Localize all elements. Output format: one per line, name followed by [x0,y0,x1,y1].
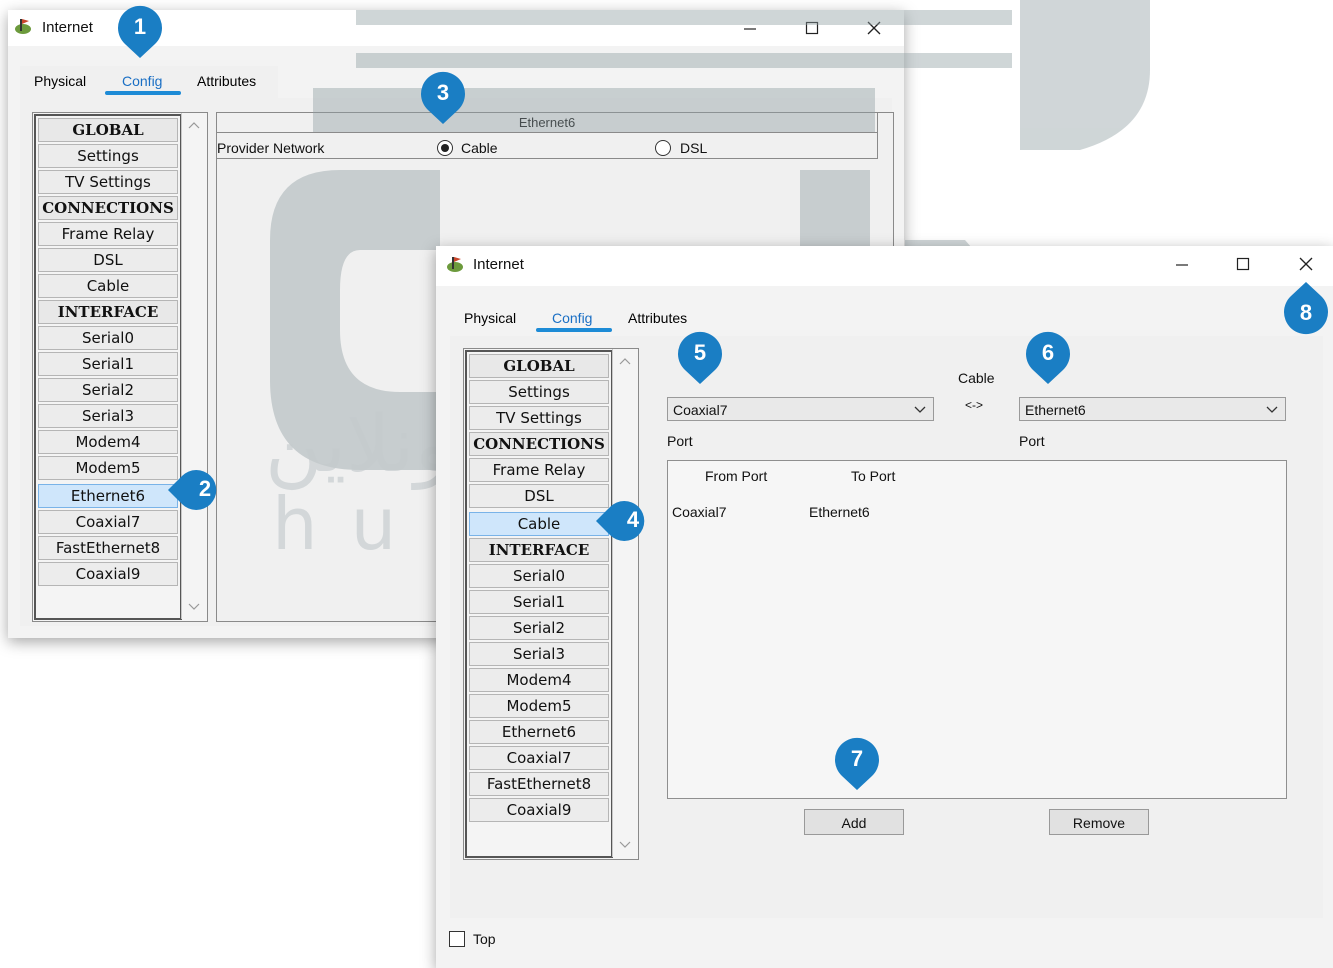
step-badge-3: 3 [418,70,468,124]
list-item-modem5[interactable]: Modem5 [38,456,178,480]
list-header-global: GLOBAL [38,118,178,142]
top-checkbox[interactable] [449,931,465,947]
connections-table[interactable]: From Port To Port Coaxial7 Ethernet6 [667,460,1287,799]
list-item-coaxial7[interactable]: Coaxial7 [469,746,609,770]
to-port-label: Port [1019,433,1045,449]
tab-physical[interactable]: Physical [460,308,520,328]
list-item-fastethernet8[interactable]: FastEthernet8 [469,772,609,796]
list-item-settings[interactable]: Settings [469,380,609,404]
close-button[interactable] [862,16,886,40]
maximize-button[interactable] [800,16,824,40]
step-badge-6: 6 [1023,330,1073,384]
list-item-tv-settings[interactable]: TV Settings [38,170,178,194]
tab-attributes[interactable]: Attributes [624,308,691,328]
list-item-frame-relay[interactable]: Frame Relay [469,458,609,482]
list-item-modem4[interactable]: Modem4 [469,668,609,692]
list-item-modem4[interactable]: Modem4 [38,430,178,454]
radio-dsl[interactable] [655,140,671,156]
scroll-down-icon[interactable] [182,597,206,617]
maximize-button[interactable] [1231,252,1255,276]
close-button[interactable] [1294,252,1318,276]
tab-attributes[interactable]: Attributes [193,71,260,91]
to-port-value: Ethernet6 [1025,402,1086,418]
top-checkbox-label: Top [473,931,496,947]
list-item-serial1[interactable]: Serial1 [469,590,609,614]
internet-window-front: Internet Physical Config Attributes GLOB… [436,246,1333,968]
list-item-serial2[interactable]: Serial2 [38,378,178,402]
list-item-serial0[interactable]: Serial0 [469,564,609,588]
tab-config-underline [105,91,181,95]
title-bar: Internet [436,246,1333,286]
list-item-coaxial7[interactable]: Coaxial7 [38,510,178,534]
list-header-connections: CONNECTIONS [469,432,609,456]
internet-cloud-icon [446,255,466,275]
tab-config[interactable]: Config [548,308,596,328]
list-item-ethernet6[interactable]: Ethernet6 [38,484,178,508]
from-port-label: Port [667,433,693,449]
list-scrollbar[interactable] [181,113,206,619]
list-item-serial0[interactable]: Serial0 [38,326,178,350]
list-scrollbar[interactable] [612,349,637,857]
list-item-frame-relay[interactable]: Frame Relay [38,222,178,246]
list-item-dsl[interactable]: DSL [469,484,609,508]
interface-list-panel: GLOBAL Settings TV Settings CONNECTIONS … [32,112,208,622]
scroll-up-icon[interactable] [613,351,637,371]
list-item-cable[interactable]: Cable [38,274,178,298]
list-header-connections: CONNECTIONS [38,196,178,220]
list-item-tv-settings[interactable]: TV Settings [469,406,609,430]
cell-from-port[interactable]: Coaxial7 [672,504,726,520]
step-badge-5: 5 [675,330,725,384]
provider-network-label: Provider Network [217,140,325,156]
interface-list: GLOBAL Settings TV Settings CONNECTIONS … [34,114,182,620]
scroll-down-icon[interactable] [613,835,637,855]
cable-label: Cable [958,370,995,386]
step-badge-8: 8 [1281,278,1331,344]
to-port-combo[interactable]: Ethernet6 [1019,397,1286,421]
list-item-serial3[interactable]: Serial3 [469,642,609,666]
remove-button[interactable]: Remove [1049,809,1149,835]
list-item-serial1[interactable]: Serial1 [38,352,178,376]
interface-list: GLOBAL Settings TV Settings CONNECTIONS … [465,350,613,858]
tab-config[interactable]: Config [118,71,166,91]
scroll-up-icon[interactable] [182,115,206,135]
list-item-modem5[interactable]: Modem5 [469,694,609,718]
list-item-fastethernet8[interactable]: FastEthernet8 [38,536,178,560]
tab-physical[interactable]: Physical [30,71,90,91]
step-badge-2: 2 [166,469,232,511]
minimize-button[interactable] [738,16,762,40]
from-port-combo[interactable]: Coaxial7 [667,397,934,421]
step-badge-1: 1 [115,4,165,58]
connection-arrow-label: <-> [965,398,984,412]
list-item-ethernet6[interactable]: Ethernet6 [469,720,609,744]
list-item-serial3[interactable]: Serial3 [38,404,178,428]
chevron-down-icon [913,398,927,427]
section-title: Ethernet6 [217,115,877,133]
list-item-coaxial9[interactable]: Coaxial9 [38,562,178,586]
list-item-serial2[interactable]: Serial2 [469,616,609,640]
from-port-value: Coaxial7 [673,402,728,418]
tab-config-underline [536,328,612,332]
window-title: Internet [473,256,524,273]
list-header-interface: INTERFACE [469,538,609,562]
cell-to-port[interactable]: Ethernet6 [809,504,870,520]
list-item-coaxial9[interactable]: Coaxial9 [469,798,609,822]
list-item-settings[interactable]: Settings [38,144,178,168]
column-header-to-port: To Port [851,468,896,484]
list-header-interface: INTERFACE [38,300,178,324]
step-badge-4: 4 [594,500,660,542]
radio-dsl-label: DSL [680,140,708,156]
radio-cable-label: Cable [461,140,498,156]
internet-cloud-icon [14,17,34,37]
radio-cable[interactable] [437,140,453,156]
column-header-from-port: From Port [705,468,768,484]
list-item-dsl[interactable]: DSL [38,248,178,272]
interface-list-panel: GLOBAL Settings TV Settings CONNECTIONS … [463,348,639,860]
list-header-global: GLOBAL [469,354,609,378]
minimize-button[interactable] [1170,252,1194,276]
chevron-down-icon [1265,398,1279,427]
window-title: Internet [42,19,93,36]
add-button[interactable]: Add [804,809,904,835]
step-badge-7: 7 [832,736,882,790]
list-item-cable[interactable]: Cable [469,512,609,536]
